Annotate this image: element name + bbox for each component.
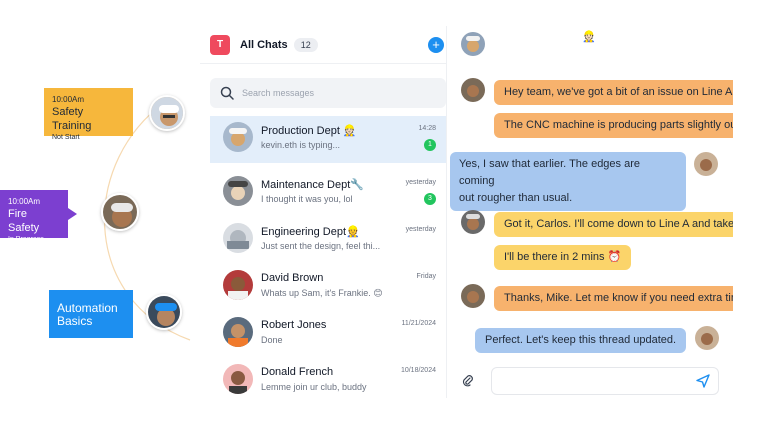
chat-item-maintenance-dept[interactable]: Maintenance Dept🔧 I thought it was you, … bbox=[210, 170, 446, 217]
chat-preview: Done bbox=[261, 335, 283, 345]
chat-preview: Lemme join ur club, buddy bbox=[261, 382, 367, 392]
chat-preview: kevin.eth is typing... bbox=[261, 140, 341, 150]
chat-list: Production Dept 👷🏻 kevin.eth is typing..… bbox=[200, 116, 446, 405]
chat-name: Engineering Dept👷 bbox=[261, 226, 360, 238]
avatar bbox=[223, 122, 253, 152]
avatar bbox=[146, 294, 182, 330]
chat-name: Robert Jones bbox=[261, 319, 327, 331]
message-bubble: Yes, I saw that earlier. The edges are c… bbox=[450, 152, 686, 211]
avatar bbox=[223, 176, 253, 206]
chat-item-david-brown[interactable]: David Brown Whats up Sam, it's Frankie. … bbox=[210, 264, 446, 311]
avatar bbox=[149, 95, 185, 131]
avatar bbox=[223, 270, 253, 300]
chat-time: 10/18/2024 bbox=[400, 367, 436, 374]
chat-item-donald-french[interactable]: Donald French Lemme join ur club, buddy … bbox=[210, 358, 446, 405]
avatar bbox=[461, 32, 485, 56]
avatar bbox=[101, 193, 139, 231]
chat-time: yesterday bbox=[405, 179, 436, 186]
chat-time: 11/21/2024 bbox=[401, 320, 436, 327]
message-bubble: Thanks, Mike. Let me know if you need ex… bbox=[494, 286, 733, 311]
avatar bbox=[695, 326, 719, 350]
chat-item-robert-jones[interactable]: Robert Jones Done 11/21/2024 bbox=[210, 311, 446, 358]
timeline-card-fire-safety[interactable]: 10:00Am Fire Safety In Progress bbox=[0, 190, 77, 243]
card-time: 10:00Am bbox=[8, 197, 41, 206]
timeline-panel: 10:00Am Safety Training Not Start 10:00A… bbox=[0, 0, 200, 424]
chat-item-production-dept[interactable]: Production Dept 👷🏻 kevin.eth is typing..… bbox=[210, 116, 446, 163]
avatar bbox=[223, 364, 253, 394]
chat-name: Production Dept 👷🏻 bbox=[261, 125, 357, 137]
app-logo: T bbox=[210, 34, 230, 55]
card-status: Not Start bbox=[52, 134, 80, 141]
chat-preview: Whats up Sam, it's Frankie. 😊 bbox=[261, 288, 383, 298]
chat-time: yesterday bbox=[405, 226, 436, 233]
new-chat-button[interactable]: + bbox=[428, 37, 444, 53]
sidebar-header: T All Chats 12 + bbox=[200, 26, 446, 64]
conversation-panel: 👷🏻 Hey team, we've got a bit of an issue… bbox=[446, 26, 733, 398]
card-title: Fire Safety bbox=[8, 208, 40, 234]
avatar bbox=[461, 210, 485, 234]
chat-name: Donald French bbox=[261, 366, 334, 378]
attachment-icon[interactable] bbox=[462, 374, 474, 388]
search-input[interactable] bbox=[242, 88, 432, 98]
search-icon bbox=[220, 86, 234, 100]
card-title: Basics bbox=[57, 314, 93, 328]
message-bubble: Perfect. Let's keep this thread updated. bbox=[475, 328, 687, 353]
chat-preview: Just sent the design, feel thi... bbox=[261, 241, 381, 251]
chat-name: Maintenance Dept🔧 bbox=[261, 179, 364, 191]
timeline-card-automation-basics[interactable]: Automation Basics bbox=[49, 290, 133, 338]
unread-badge: 3 bbox=[424, 193, 436, 205]
chat-time: 14:28 bbox=[418, 125, 436, 132]
message-bubble: Hey team, we've got a bit of an issue on… bbox=[494, 80, 733, 105]
chat-preview: I thought it was you, lol bbox=[261, 194, 353, 204]
chat-name: David Brown bbox=[261, 272, 324, 284]
chat-item-engineering-dept[interactable]: Engineering Dept👷 Just sent the design, … bbox=[210, 217, 446, 264]
message-line: Yes, I saw that earlier. The edges are c… bbox=[459, 158, 641, 187]
card-title: Safety Training bbox=[52, 106, 92, 132]
avatar bbox=[223, 317, 253, 347]
avatar bbox=[694, 152, 718, 176]
header-emoji: 👷🏻 bbox=[582, 31, 596, 43]
chat-time: Friday bbox=[416, 273, 436, 280]
send-icon[interactable] bbox=[696, 374, 710, 388]
chat-sidebar: T All Chats 12 + Production Dept 👷🏻 kevi… bbox=[200, 26, 446, 398]
avatar bbox=[461, 284, 485, 308]
message-input[interactable] bbox=[500, 368, 690, 394]
message-composer[interactable] bbox=[491, 367, 719, 395]
card-status: In Progress bbox=[8, 236, 44, 243]
message-bubble: I'll be there in 2 mins ⏰ bbox=[494, 245, 632, 270]
timeline-card-safety-training[interactable]: 10:00Am Safety Training Not Start bbox=[44, 88, 133, 141]
unread-badge: 1 bbox=[424, 139, 436, 151]
search-bar[interactable] bbox=[210, 78, 446, 108]
card-time: 10:00Am bbox=[52, 95, 85, 104]
message-bubble: The CNC machine is producing parts sligh… bbox=[494, 113, 733, 138]
avatar bbox=[223, 223, 253, 253]
avatar bbox=[461, 78, 485, 102]
message-line: out rougher than usual. bbox=[459, 192, 573, 204]
sidebar-title: All Chats bbox=[240, 38, 288, 51]
chat-count-badge: 12 bbox=[293, 37, 318, 52]
message-bubble: Got it, Carlos. I'll come down to Line A… bbox=[494, 212, 733, 237]
